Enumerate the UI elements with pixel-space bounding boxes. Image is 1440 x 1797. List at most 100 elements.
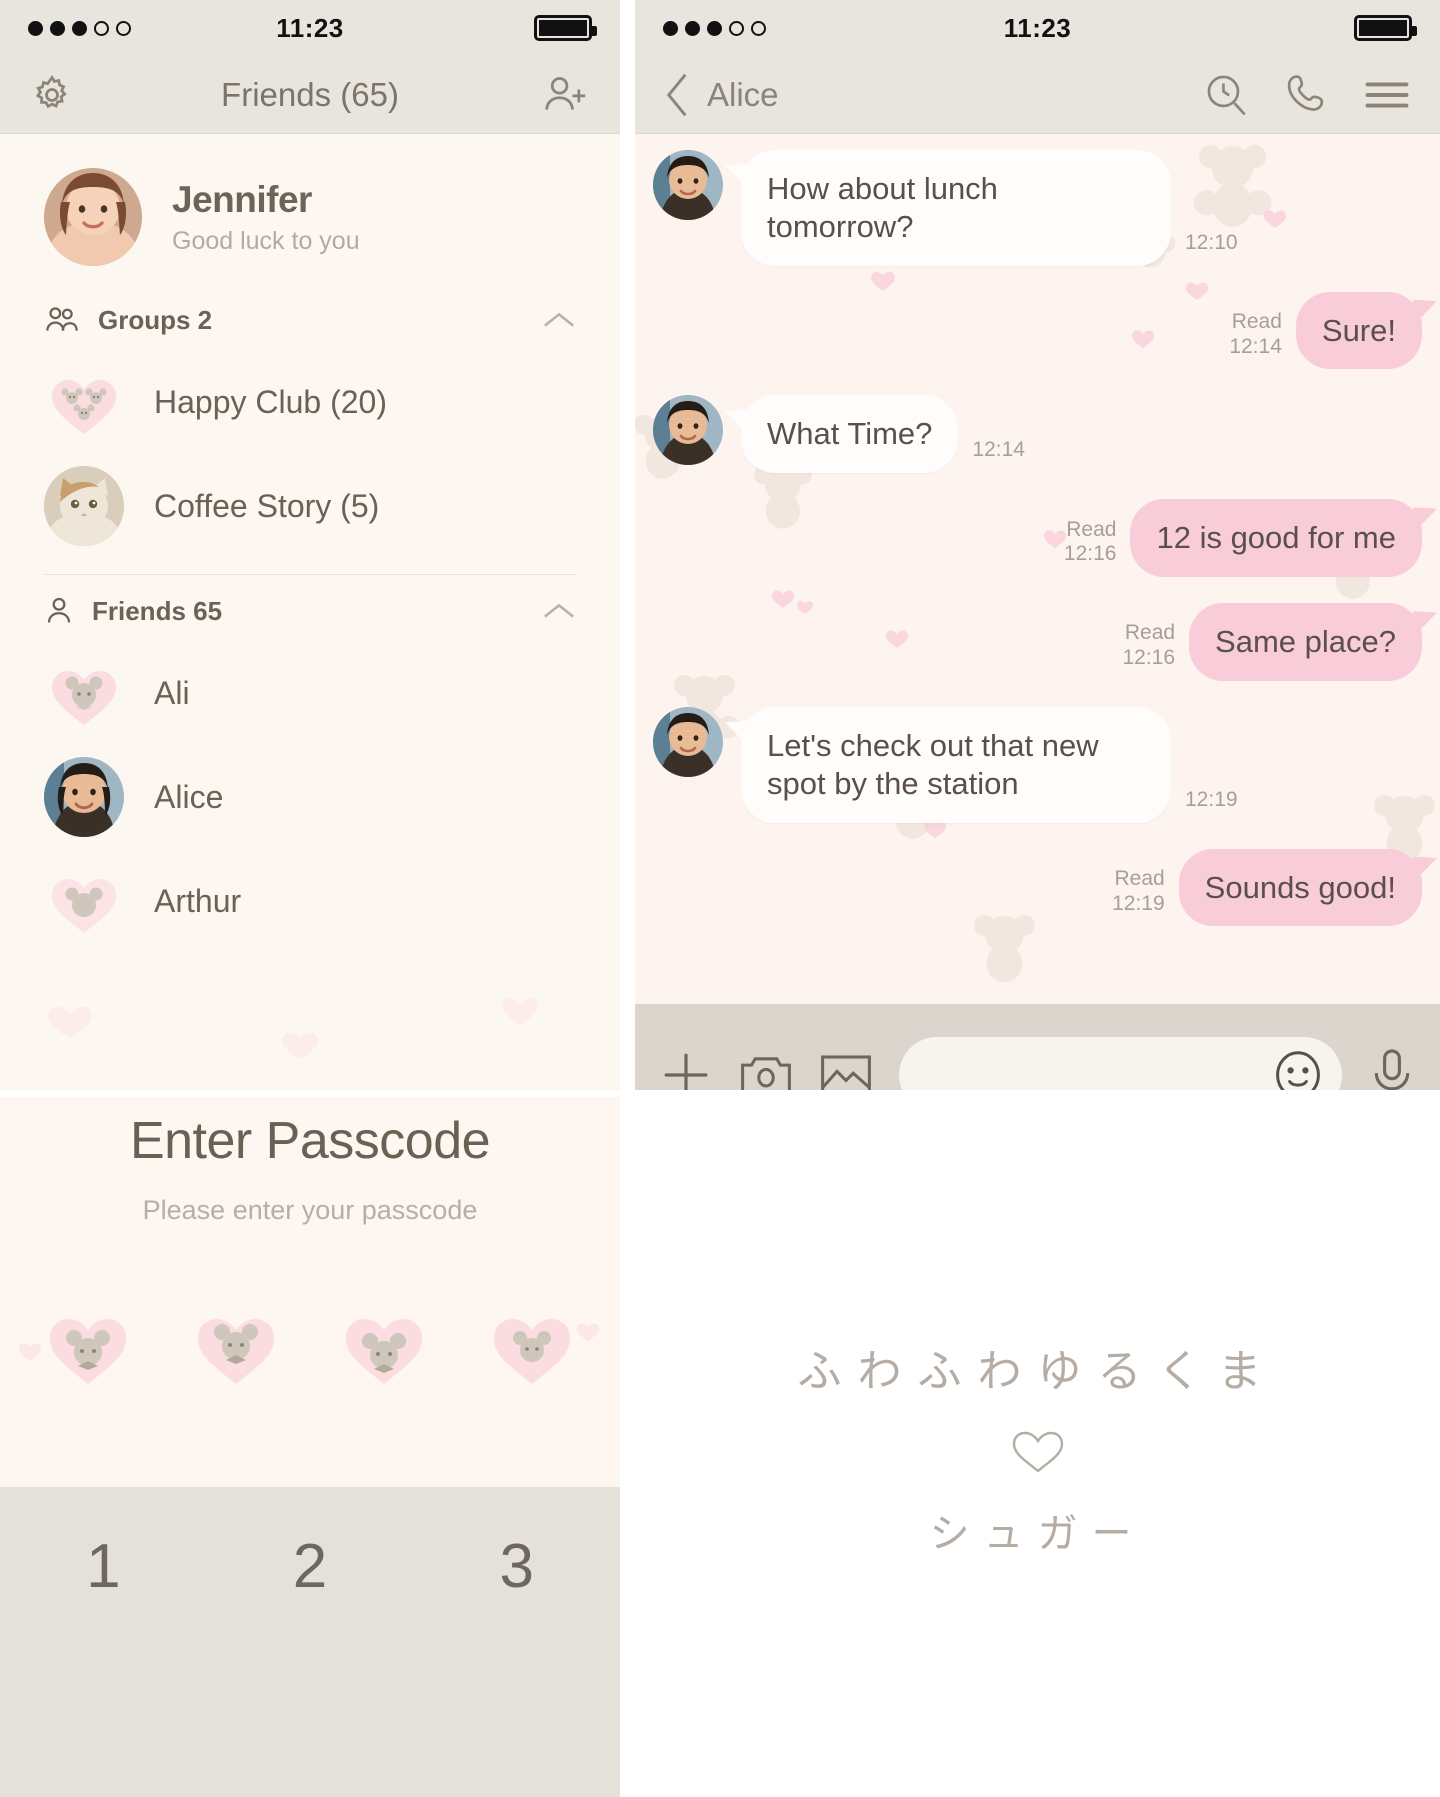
heart-bear-dot [190,1300,282,1392]
heart-bear-dot [42,1300,134,1392]
avatar [653,150,723,220]
message-bubble: Let's check out that new spot by the sta… [741,706,1171,823]
message-time: 12:14 [1229,334,1282,358]
groups-icon [44,304,80,336]
friends-screen: 11:23 Friends (65) Jennifer Good luck to… [0,0,620,1090]
heart-bear-dot [338,1300,430,1392]
screenshot-page: 11:23 Friends (65) Jennifer Good luck to… [0,0,1440,1797]
phone-icon[interactable] [1284,72,1330,118]
message-time: 12:19 [1185,787,1238,811]
section-label: Friends 65 [92,595,223,626]
plus-icon[interactable] [659,1048,713,1090]
list-item[interactable]: Alice [0,745,620,849]
brand-subtitle-jp: シュガー [929,1511,1146,1557]
hamburger-menu-icon[interactable] [1364,77,1410,113]
list-item-label: Happy Club (20) [154,383,387,420]
theme-brand-panel: ふわふわゆるくま シュガー [635,1097,1440,1797]
message-time: 12:10 [1185,230,1238,254]
status-bar-friends: 11:23 [0,0,620,56]
my-profile-row[interactable]: Jennifer Good luck to you [0,134,620,290]
passcode-dots [0,1300,620,1392]
chevron-up-icon[interactable] [542,600,576,622]
list-item-label: Ali [154,674,190,711]
list-item[interactable]: Ali [0,641,620,745]
avatar [44,168,142,266]
photo-icon[interactable] [819,1050,873,1090]
message-time: 12:14 [972,438,1025,462]
read-receipt: Read [1066,517,1117,541]
message-bubble: Sounds good! [1178,848,1422,927]
message-meta: Read 12:19 [1112,867,1165,927]
message-meta: Read 12:16 [1064,518,1117,578]
add-friend-icon[interactable] [542,73,590,117]
avatar [653,395,723,466]
passcode-subtitle: Please enter your passcode [142,1195,478,1225]
page-title: Friends (65) [221,75,399,113]
section-header-friends[interactable]: Friends 65 [0,581,620,641]
message-time: 12:19 [1112,891,1165,915]
list-item[interactable]: Happy Club (20) [0,350,620,454]
message-input[interactable] [899,1037,1342,1090]
passcode-title: Enter Passcode [129,1112,491,1170]
profile-status-message: Good luck to you [172,226,360,255]
list-item-label: Coffee Story (5) [154,487,380,524]
gear-icon[interactable] [30,73,74,117]
search-clock-icon[interactable] [1204,72,1250,118]
passcode-top: Enter Passcode Please enter your passcod… [0,1097,620,1487]
battery-icon [534,15,597,41]
chat-title: Alice [707,75,779,113]
battery-icon [1354,15,1417,41]
camera-icon[interactable] [739,1050,793,1090]
keypad-key-3[interactable]: 3 [413,1531,620,1602]
read-receipt: Read [1231,309,1282,333]
list-item[interactable]: Arthur [0,849,620,953]
message-bubble: Same place? [1189,603,1422,681]
friends-list-body: Jennifer Good luck to you Groups 2 Happy… [0,134,620,1090]
keypad-key-1[interactable]: 1 [0,1531,207,1602]
message-bubble: Sure! [1295,291,1422,370]
microphone-icon[interactable] [1368,1047,1416,1090]
heart-icon [1010,1429,1066,1475]
chat-input-bar [635,1004,1440,1090]
passcode-screen: Enter Passcode Please enter your passcod… [0,1097,620,1797]
section-divider [44,574,576,575]
section-label: Groups 2 [98,304,213,335]
status-time: 11:23 [1003,12,1072,43]
message-row: Read 12:16 Same place? [653,603,1422,681]
message-row: Read 12:14 Sure! [653,291,1422,370]
message-row: Read 12:19 Sounds good! [653,848,1422,927]
message-meta: Read 12:14 [1229,310,1282,370]
chat-message-list[interactable]: How about lunch tomorrow? 12:10 Read 12:… [635,134,1440,1004]
brand-title-jp: ふわふわゆるくま [797,1346,1278,1397]
chevron-left-icon[interactable] [665,71,691,119]
woman-photo-avatar [44,757,124,837]
list-item[interactable]: Coffee Story (5) [0,454,620,558]
heart-bear-avatar [44,861,124,941]
read-receipt: Read [1114,866,1165,890]
message-row: Read 12:16 12 is good for me [653,499,1422,578]
message-meta: 12:10 [1185,231,1238,266]
message-row: What Time? 12:14 [653,395,1422,474]
message-time: 12:16 [1122,646,1176,670]
message-bubble: 12 is good for me [1130,499,1422,578]
keypad-key-2[interactable]: 2 [207,1531,414,1602]
message-time: 12:16 [1063,542,1117,566]
passcode-keypad[interactable]: 1 2 3 [0,1487,620,1797]
person-icon [44,595,74,627]
read-receipt: Read [1124,621,1176,645]
message-bubble: How about lunch tomorrow? [741,150,1171,266]
smiley-icon[interactable] [1272,1049,1324,1090]
friends-nav-bar: Friends (65) [0,56,620,134]
message-meta: 12:14 [972,438,1025,473]
profile-name: Jennifer [172,178,312,220]
cat-photo-avatar [44,466,124,546]
avatar [653,706,723,777]
section-header-groups[interactable]: Groups 2 [0,290,620,350]
list-item-label: Alice [154,778,224,815]
chat-screen: 11:23 Alice How about lunch tomorrow? 12… [635,0,1440,1090]
chevron-up-icon[interactable] [542,309,576,331]
chat-nav-bar: Alice [635,56,1440,134]
heart-bear-avatar [44,362,124,442]
heart-bear-dot [486,1300,578,1392]
heart-bear-avatar [44,653,124,733]
